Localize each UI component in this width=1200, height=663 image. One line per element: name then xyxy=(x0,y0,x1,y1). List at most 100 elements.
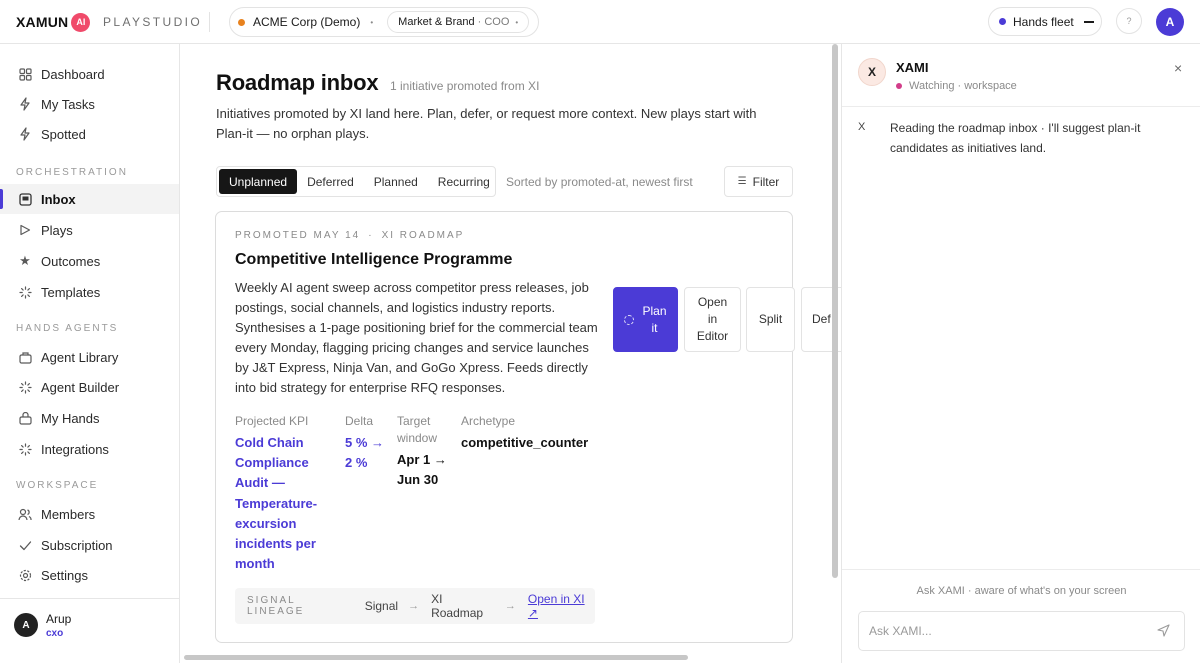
user-avatar-button[interactable]: A xyxy=(1156,8,1184,36)
sidebar-item-label: Spotted xyxy=(41,126,86,142)
org-switcher[interactable]: ACME Corp (Demo) • Market & Brand · COO … xyxy=(229,7,539,37)
sidebar-item-dashboard[interactable]: Dashboard xyxy=(0,59,179,89)
eyebrow-separator: · xyxy=(368,230,374,241)
role-switcher[interactable]: Market & Brand · COO • xyxy=(387,11,530,33)
sidebar-item-agent-library[interactable]: Agent Library xyxy=(0,342,179,372)
sidebar-item-label: Agent Builder xyxy=(41,379,120,395)
topbar-divider xyxy=(209,12,210,32)
tab-recurring[interactable]: Recurring xyxy=(428,169,500,194)
spinner-icon xyxy=(623,314,634,325)
filter-icon: ☰ xyxy=(737,176,747,187)
sidebar-item-label: Members xyxy=(41,506,96,522)
projected-kpi-value: Cold Chain Compliance Audit — Temperatur… xyxy=(235,435,318,572)
sidebar-item-subscription[interactable]: Subscription xyxy=(0,530,179,560)
page-title: Roadmap inbox xyxy=(216,70,379,95)
arrow-right-icon: → xyxy=(504,600,516,612)
initiative-card: PROMOTED MAY 14 · XI ROADMAP Competitive I… xyxy=(215,211,841,643)
xami-status-text: Watching · workspace xyxy=(909,80,1017,92)
sidebar-item-label: My Tasks xyxy=(41,96,95,112)
sidebar-item-integrations[interactable]: Integrations xyxy=(0,434,179,464)
main-vertical-scrollbar[interactable] xyxy=(832,44,838,578)
main-horizontal-scrollbar[interactable] xyxy=(184,655,688,660)
lineage-step-roadmap: XI Roadmap xyxy=(431,592,484,620)
spinner-icon xyxy=(18,380,32,394)
top-bar: XAMUN AI PLAYSTUDIO ACME Corp (Demo) • M… xyxy=(0,0,1200,44)
star-icon: ★ xyxy=(19,253,31,268)
projected-kpi-label: Projected KPI xyxy=(235,414,309,428)
close-icon[interactable]: × xyxy=(1174,60,1182,76)
inbox-icon xyxy=(18,192,32,206)
xamun-logo[interactable]: XAMUN AI xyxy=(16,12,91,32)
help-icon: ? xyxy=(1126,16,1132,26)
filter-button[interactable]: ☰ Filter xyxy=(724,166,793,197)
xami-status: Watching · workspace xyxy=(896,80,1017,92)
org-name: ACME Corp (Demo) xyxy=(253,15,361,29)
user-name: Arup xyxy=(46,612,72,626)
chevron-down-icon: • xyxy=(370,17,374,27)
sidebar-item-settings[interactable]: Settings xyxy=(0,560,179,590)
sidebar-item-label: My Hands xyxy=(41,410,100,426)
check-icon xyxy=(18,538,32,552)
bolt-icon xyxy=(18,127,32,141)
sidebar-item-templates[interactable]: Templates xyxy=(0,277,179,307)
sidebar-item-my-tasks[interactable]: My Tasks xyxy=(0,89,179,119)
sidebar-item-spotted[interactable]: Spotted xyxy=(0,119,179,149)
product-name: PLAYSTUDIO xyxy=(103,15,203,29)
hands-fleet-toggle[interactable]: Hands fleet xyxy=(988,7,1102,36)
spinner-icon xyxy=(18,442,32,456)
tab-unplanned[interactable]: Unplanned xyxy=(219,169,298,194)
current-user[interactable]: A Arup cxo xyxy=(0,598,179,663)
sort-note: Sorted by promoted-at, newest first xyxy=(506,175,693,189)
sidebar: Dashboard My Tasks Spotted ORCHESTRATION… xyxy=(0,44,180,663)
message-author-marker: X xyxy=(858,121,866,133)
sidebar-item-inbox[interactable]: Inbox xyxy=(0,184,179,214)
sidebar-item-my-hands[interactable]: My Hands xyxy=(0,403,179,433)
page-description: Initiatives promoted by XI land here. Pl… xyxy=(216,106,757,141)
arrow-right-icon: → xyxy=(408,600,420,612)
bolt-icon xyxy=(18,97,32,111)
filter-label: Filter xyxy=(752,174,780,189)
spinner-icon xyxy=(18,285,32,299)
tab-planned[interactable]: Planned xyxy=(364,169,428,194)
logo-wordmark: XAMUN xyxy=(16,14,69,30)
send-icon[interactable] xyxy=(1157,624,1170,640)
signal-lineage: SIGNAL LINEAGE Signal → XI Roadmap → Ope… xyxy=(235,588,595,624)
defer-label: Def xyxy=(812,312,831,326)
help-button[interactable]: ? xyxy=(1116,8,1142,34)
xami-avatar: X xyxy=(858,58,886,86)
sidebar-item-label: Inbox xyxy=(41,191,76,207)
plan-it-button[interactable]: Plan it xyxy=(613,287,678,352)
sidebar-item-outcomes[interactable]: ★ Outcomes xyxy=(0,246,179,276)
card-eyebrow: PROMOTED MAY 14 · XI ROADMAP xyxy=(235,230,464,241)
xami-header: X XAMI Watching · workspace × xyxy=(842,44,1200,107)
ask-xami-input[interactable]: Ask XAMI... xyxy=(858,611,1185,651)
promoted-date: PROMOTED MAY 14 xyxy=(235,230,361,241)
xami-panel: X XAMI Watching · workspace × X Reading … xyxy=(841,44,1200,663)
sidebar-item-agent-builder[interactable]: Agent Builder xyxy=(0,372,179,402)
open-in-xi-link[interactable]: Open in XI ↗ xyxy=(528,592,595,620)
sidebar-item-plays[interactable]: Plays xyxy=(0,215,179,245)
open-in-editor-label: Open in Editor xyxy=(696,295,729,343)
dashboard-icon xyxy=(18,67,32,81)
tab-deferred[interactable]: Deferred xyxy=(297,169,364,194)
sidebar-item-label: Subscription xyxy=(41,537,113,553)
collapse-icon xyxy=(1083,20,1094,23)
split-button[interactable]: Split xyxy=(746,287,795,352)
hand-icon xyxy=(18,411,32,425)
lineage-label: SIGNAL LINEAGE xyxy=(247,595,305,617)
fleet-status-dot xyxy=(999,18,1006,25)
main-content: Roadmap inbox 1 initiative promoted from… xyxy=(180,44,841,663)
lineage-step-signal: Signal xyxy=(364,599,399,613)
fleet-label: Hands fleet xyxy=(1013,14,1074,29)
xami-name: XAMI xyxy=(896,60,929,75)
sidebar-item-members[interactable]: Members xyxy=(0,499,179,529)
role-suffix: · COO xyxy=(477,16,510,28)
sidebar-item-label: Plays xyxy=(41,222,73,238)
logo-ai-badge: AI xyxy=(71,12,91,32)
target-window-label: Target window xyxy=(397,414,438,445)
xami-message: Reading the roadmap inbox · I'll suggest… xyxy=(890,121,1141,155)
sidebar-item-label: Integrations xyxy=(41,441,109,457)
open-in-editor-button[interactable]: Open in Editor xyxy=(684,287,741,352)
delta-value: 5 % → 2 % xyxy=(345,435,385,471)
sidebar-item-label: Agent Library xyxy=(41,349,119,365)
